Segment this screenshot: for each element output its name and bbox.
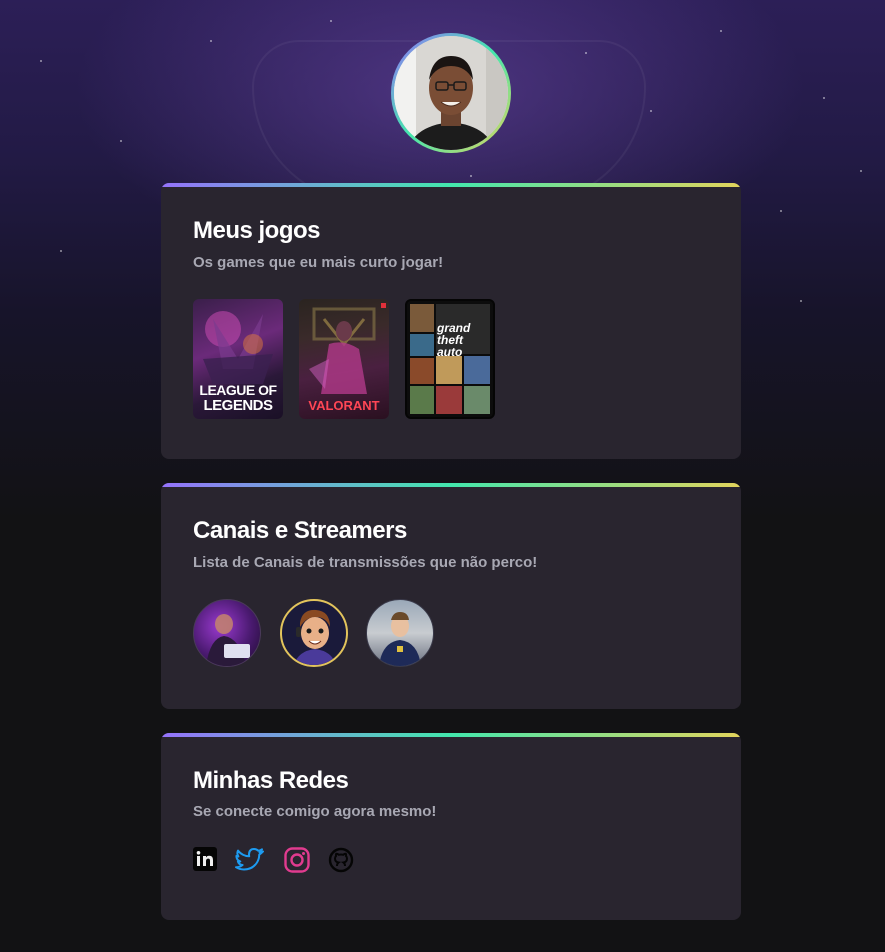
star — [210, 40, 212, 42]
game-league-of-legends[interactable]: LEAGUE OF LEGENDS — [193, 299, 283, 419]
star — [780, 210, 782, 212]
streamer-1-illustration — [206, 614, 250, 666]
star — [585, 52, 587, 54]
twitter-icon[interactable] — [235, 847, 265, 875]
league-title-line2: LEGENDS — [203, 397, 273, 414]
game-gta-v[interactable]: grand theft auto — [405, 299, 495, 419]
star — [60, 250, 62, 252]
streamer-3-illustration — [379, 612, 421, 666]
linkedin-icon[interactable] — [193, 847, 217, 871]
streamer-2-avatar[interactable] — [280, 599, 348, 667]
streamer-1-avatar[interactable] — [193, 599, 261, 667]
card-accent-line — [161, 183, 741, 187]
star — [470, 175, 472, 177]
star — [330, 20, 332, 22]
star — [40, 60, 42, 62]
valorant-title: VALORANT — [308, 398, 380, 413]
star — [720, 30, 722, 32]
github-icon[interactable] — [328, 847, 354, 873]
gta-title-line3: auto — [437, 345, 463, 359]
league-title-line1: LEAGUE OF — [199, 382, 277, 398]
star — [860, 170, 862, 172]
star — [800, 300, 802, 302]
networks-card: Minhas Redes Se conecte comigo agora mes… — [161, 733, 741, 920]
gta-cover-grid — [410, 304, 490, 414]
card-accent-line — [161, 483, 741, 487]
star — [120, 140, 122, 142]
networks-title: Minhas Redes — [193, 767, 349, 794]
star — [823, 97, 825, 99]
streamers-card: Canais e Streamers Lista de Canais de tr… — [161, 483, 741, 709]
networks-subtitle: Se conecte comigo agora mesmo! — [193, 803, 437, 820]
streamer-2-illustration — [294, 609, 336, 665]
profile-avatar — [391, 33, 511, 153]
profile-photo-illustration — [394, 36, 508, 150]
games-subtitle: Os games que eu mais curto jogar! — [193, 254, 444, 271]
games-card: Meus jogos Os games que eu mais curto jo… — [161, 183, 741, 459]
star — [650, 110, 652, 112]
card-accent-line — [161, 733, 741, 737]
games-title: Meus jogos — [193, 217, 321, 244]
streamers-title: Canais e Streamers — [193, 517, 407, 544]
streamers-subtitle: Lista de Canais de transmissões que não … — [193, 554, 538, 571]
profile-photo — [394, 36, 508, 150]
instagram-icon[interactable] — [284, 847, 310, 873]
streamer-3-avatar[interactable] — [366, 599, 434, 667]
game-valorant[interactable]: VALORANT — [299, 299, 389, 419]
